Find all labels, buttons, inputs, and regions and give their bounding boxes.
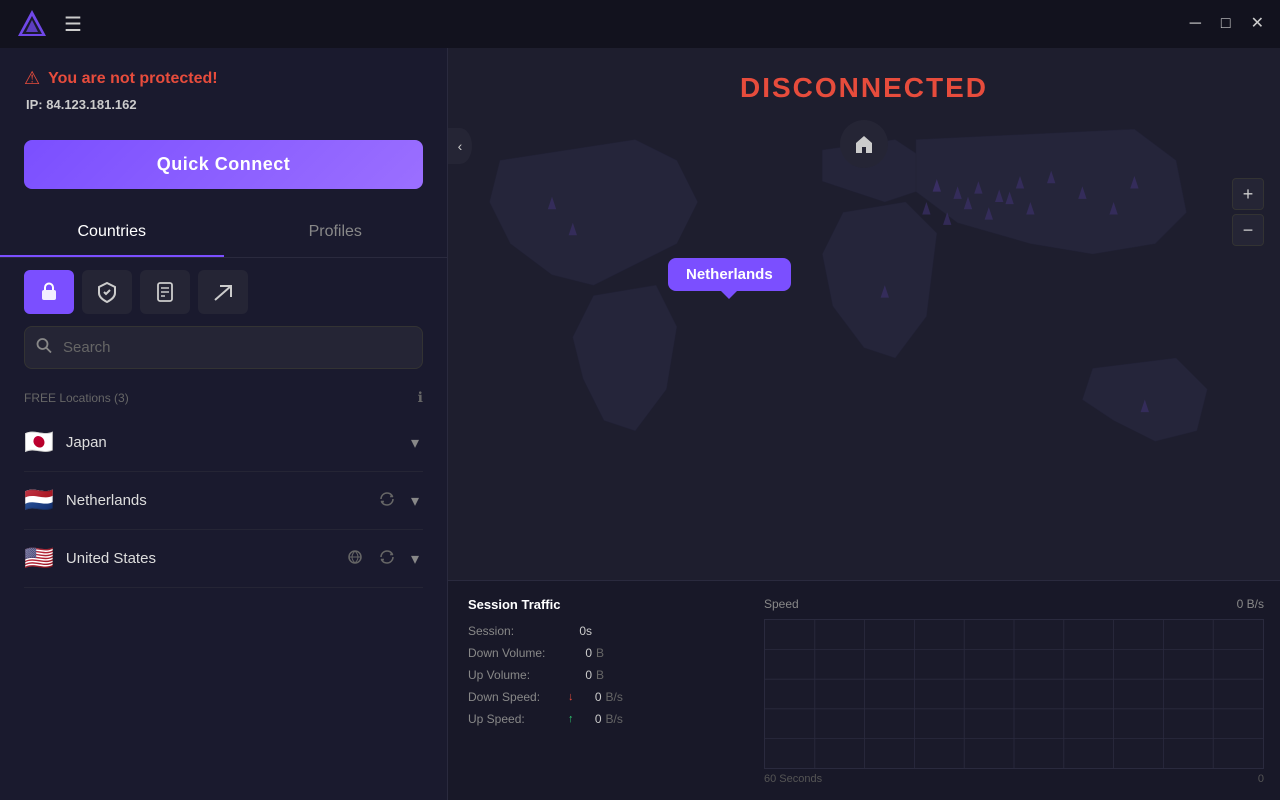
session-traffic-title: Session Traffic [468,597,728,612]
up-volume-label: Up Volume: [468,668,568,682]
shield-icon [96,281,118,303]
session-label: Session: [468,624,568,638]
list-item[interactable]: 🇯🇵 Japan ▾ [24,414,423,472]
down-speed-row: Down Speed: ↓ 0 B/s [468,690,728,704]
filter-file-button[interactable] [140,270,190,314]
tab-profiles[interactable]: Profiles [224,209,448,257]
netherlands-actions: ▾ [375,487,423,515]
up-volume-row: Up Volume: 0 B [468,668,728,682]
zoom-in-button[interactable]: + [1232,178,1264,210]
not-protected-text: You are not protected! [48,70,218,88]
us-name: United States [66,550,343,567]
down-volume-row: Down Volume: 0 B [468,646,728,660]
down-volume-value: 0 [568,646,592,660]
session-traffic: Session Traffic Session: 0s Down Volume:… [448,581,748,800]
session-value: 0s [568,624,592,638]
netherlands-tooltip: Netherlands [668,258,791,291]
status-section: ⚠ You are not protected! IP: 84.123.181.… [0,48,447,128]
chart-time-label: 60 Seconds [764,773,822,785]
down-speed-unit: B/s [606,690,623,704]
file-icon [154,281,176,303]
search-icon [36,337,52,358]
speed-chart: Speed 0 B/s [748,581,1280,800]
down-arrow-icon: ↓ [568,691,574,703]
ip-label: IP: [26,97,43,112]
japan-expand-icon[interactable]: ▾ [407,429,423,457]
us-expand-icon[interactable]: ▾ [407,545,423,573]
down-speed-value: 0 [578,690,602,704]
countries-list: 🇯🇵 Japan ▾ 🇳🇱 Netherlands [0,414,447,800]
list-item[interactable]: 🇺🇸 United States [24,530,423,588]
up-speed-value: 0 [578,712,602,726]
locations-header: FREE Locations (3) ℹ [0,381,447,414]
zoom-controls: + − [1232,178,1264,246]
us-extra-icon[interactable] [343,545,367,572]
not-protected-banner: ⚠ You are not protected! [24,68,423,89]
stats-panel: Session Traffic Session: 0s Down Volume:… [448,580,1280,800]
up-arrow-icon: ↑ [568,713,574,725]
filter-all-button[interactable] [24,270,74,314]
info-icon[interactable]: ℹ [418,389,423,406]
home-button[interactable] [840,120,888,168]
netherlands-expand-icon[interactable]: ▾ [407,487,423,515]
minimize-button[interactable]: ─ [1190,16,1201,32]
us-flag: 🇺🇸 [24,544,54,573]
filter-shield-button[interactable] [82,270,132,314]
down-volume-unit: B [596,646,604,660]
maximize-button[interactable]: □ [1221,16,1231,32]
right-panel: ‹ DISCONNECTED + − [448,48,1280,800]
filter-icons [0,270,447,326]
speed-current-value: 0 B/s [1237,597,1264,611]
japan-actions: ▾ [407,429,423,457]
titlebar: ☰ ─ □ ✕ [0,0,1280,48]
chart-area [764,619,1264,769]
ip-display: IP: 84.123.181.162 [24,97,423,112]
netherlands-reconnect-icon[interactable] [375,487,399,514]
close-button[interactable]: ✕ [1251,16,1264,32]
netherlands-name: Netherlands [66,492,375,509]
left-panel: ⚠ You are not protected! IP: 84.123.181.… [0,48,448,800]
speed-header: Speed 0 B/s [764,597,1264,611]
us-reconnect-icon[interactable] [375,545,399,572]
up-speed-row: Up Speed: ↑ 0 B/s [468,712,728,726]
collapse-panel-button[interactable]: ‹ [448,128,472,164]
ip-value: 84.123.181.162 [46,97,136,112]
speed-title: Speed [764,597,799,611]
alert-icon: ⚠ [24,68,40,89]
hamburger-icon[interactable]: ☰ [64,12,82,37]
search-container [24,326,423,369]
tabs: Countries Profiles [0,209,447,258]
lock-icon [38,281,60,303]
zoom-out-button[interactable]: − [1232,214,1264,246]
japan-name: Japan [66,434,407,451]
japan-flag: 🇯🇵 [24,428,54,457]
home-icon [853,133,875,155]
titlebar-left: ☰ [16,8,82,40]
main-content: ⚠ You are not protected! IP: 84.123.181.… [0,48,1280,800]
chart-footer: 60 Seconds 0 [764,773,1264,785]
down-volume-label: Down Volume: [468,646,568,660]
up-volume-unit: B [596,668,604,682]
quick-connect-button[interactable]: Quick Connect [24,140,423,189]
disconnected-status: DISCONNECTED [740,72,988,104]
list-item[interactable]: 🇳🇱 Netherlands ▾ [24,472,423,530]
filter-share-button[interactable] [198,270,248,314]
search-input[interactable] [24,326,423,369]
chart-time-value: 0 [1258,773,1264,785]
down-speed-label: Down Speed: [468,690,568,704]
up-speed-unit: B/s [606,712,623,726]
up-volume-value: 0 [568,668,592,682]
share-icon [212,281,234,303]
free-locations-label: FREE Locations (3) [24,391,129,405]
up-speed-label: Up Speed: [468,712,568,726]
app-logo [16,8,48,40]
titlebar-controls: ─ □ ✕ [1190,16,1264,32]
netherlands-flag: 🇳🇱 [24,486,54,515]
us-actions: ▾ [343,545,423,573]
session-row: Session: 0s [468,624,728,638]
tab-countries[interactable]: Countries [0,209,224,257]
